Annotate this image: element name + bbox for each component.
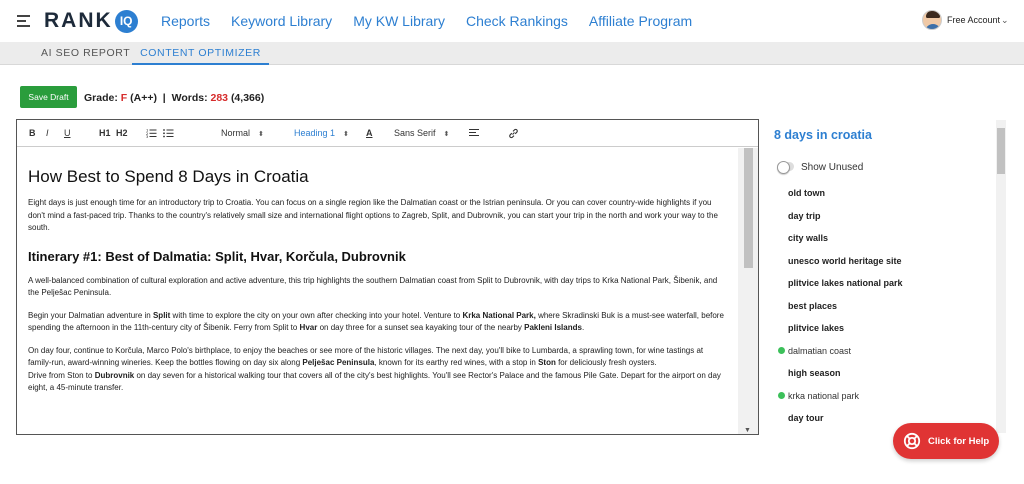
ordered-list-icon[interactable]: 123	[146, 128, 157, 140]
words-target: (4,366)	[230, 92, 265, 104]
keyword-text: high season	[788, 368, 841, 378]
nav-affiliate-program[interactable]: Affiliate Program	[589, 13, 692, 29]
tab-content-optimizer[interactable]: CONTENT OPTIMIZER	[132, 42, 269, 65]
target-keyword-title: 8 days in croatia	[774, 128, 872, 142]
help-button[interactable]: Click for Help	[893, 423, 999, 459]
nav-reports[interactable]: Reports	[161, 13, 210, 29]
chevron-down-icon: ⌄	[1001, 14, 1009, 25]
italic-button[interactable]: I	[46, 128, 49, 138]
keyword-item[interactable]: old town	[778, 186, 993, 209]
keyword-item[interactable]: high season	[778, 366, 993, 389]
logo-badge: IQ	[114, 9, 138, 33]
lifebuoy-icon	[903, 432, 921, 450]
menu-icon[interactable]	[17, 15, 30, 27]
logo[interactable]: RANK IQ	[44, 9, 138, 33]
editor-scrollbar[interactable]: ▼	[738, 148, 758, 434]
keyword-item[interactable]: plitvice lakes	[778, 321, 993, 344]
paragraph-split: Begin your Dalmatian adventure in Split …	[28, 310, 724, 333]
keyword-text: old town	[788, 188, 825, 198]
nav-keyword-library[interactable]: Keyword Library	[231, 13, 332, 29]
heading2-button[interactable]: H2	[116, 128, 128, 138]
heading1-button[interactable]: H1	[99, 128, 111, 138]
top-navigation: RANK IQ Reports Keyword Library My KW Li…	[0, 0, 1024, 42]
save-draft-button[interactable]: Save Draft	[20, 86, 77, 108]
sub-navigation: AI SEO REPORT CONTENT OPTIMIZER	[0, 42, 1024, 65]
separator: |	[162, 92, 166, 104]
keyword-text: city walls	[788, 233, 829, 243]
keyword-list: old town day trip city walls unesco world h…	[778, 186, 993, 434]
keyword-panel-scroll-thumb[interactable]	[997, 128, 1005, 174]
keyword-text: unesco world heritage site	[788, 255, 902, 266]
bullet-list-icon[interactable]	[163, 128, 174, 140]
used-indicator-icon	[778, 346, 785, 354]
grade-target: (A++)	[130, 92, 157, 104]
select-arrows-icon: ⬍	[343, 131, 349, 138]
account-label: Free Account	[947, 15, 1001, 25]
size-select[interactable]: Normal ⬍	[221, 128, 264, 138]
scroll-down-arrow-icon[interactable]: ▼	[744, 427, 751, 434]
section-intro-paragraph: A well-balanced combination of cultural …	[28, 275, 718, 298]
account-menu[interactable]: Free Account ⌄	[922, 10, 1009, 30]
grade-summary: Grade: F (A++) | Words: 283 (4,366)	[84, 92, 264, 104]
nav-my-kw-library[interactable]: My KW Library	[353, 13, 445, 29]
underline-button[interactable]: U	[64, 128, 71, 138]
keyword-item[interactable]: day trip	[778, 209, 993, 232]
font-select[interactable]: Sans Serif ⬍	[394, 128, 449, 138]
keyword-text: dalmatian coast	[788, 345, 852, 356]
show-unused-label: Show Unused	[801, 162, 864, 173]
logo-text: RANK	[44, 9, 113, 32]
content-editor: B I U H1 H2 123 Normal ⬍ Heading 1 ⬍ A San…	[16, 119, 759, 435]
section-heading: Itinerary #1: Best of Dalmatia: Split, H…	[28, 248, 406, 264]
keyword-text: krka national park	[788, 390, 860, 401]
grade-label: Grade:	[84, 92, 121, 104]
editor-toolbar: B I U H1 H2 123 Normal ⬍ Heading 1 ⬍ A San…	[17, 120, 758, 147]
size-select-value: Normal	[221, 128, 251, 138]
show-unused-toggle[interactable]	[777, 161, 794, 174]
keyword-item[interactable]: plitvice lakes national park	[778, 276, 993, 299]
keyword-item[interactable]: unesco world heritage site	[778, 254, 993, 277]
keyword-item[interactable]: best places	[778, 299, 993, 322]
keyword-item[interactable]: dalmatian coast	[778, 344, 993, 367]
used-indicator-icon	[778, 391, 785, 399]
avatar	[922, 10, 942, 30]
editor-content[interactable]: How Best to Spend 8 Days in Croatia Eigh…	[17, 148, 738, 434]
select-arrows-icon: ⬍	[258, 131, 264, 138]
svg-text:3: 3	[146, 135, 148, 138]
main-nav: Reports Keyword Library My KW Library Ch…	[161, 13, 713, 29]
keyword-text: plitvice lakes national park	[788, 278, 903, 288]
link-icon[interactable]	[508, 128, 519, 141]
keyword-item[interactable]: krka national park	[778, 389, 993, 412]
nav-check-rankings[interactable]: Check Rankings	[466, 13, 568, 29]
keyword-panel-scrollbar[interactable]	[996, 120, 1006, 433]
paragraph-korcula: On day four, continue to Korčula, Marco …	[28, 345, 704, 368]
font-select-value: Sans Serif	[394, 128, 436, 138]
text-color-button[interactable]: A	[366, 128, 373, 138]
document-title: How Best to Spend 8 Days in Croatia	[28, 167, 309, 186]
keyword-text: day tour	[788, 413, 824, 423]
paragraph-dubrovnik: Drive from Ston to Dubrovnik on day seve…	[28, 370, 721, 393]
tab-ai-seo-report[interactable]: AI SEO REPORT	[41, 42, 130, 65]
keyword-text: day trip	[788, 210, 821, 221]
keyword-text: best places	[788, 300, 838, 311]
words-count: 283	[210, 92, 229, 104]
bold-button[interactable]: B	[29, 128, 36, 138]
select-arrows-icon: ⬍	[443, 131, 450, 138]
grade-value: F	[120, 92, 128, 104]
heading-select[interactable]: Heading 1 ⬍	[294, 128, 349, 138]
intro-paragraph: Eight days is just enough time for an in…	[28, 198, 718, 232]
keyword-text: plitvice lakes	[788, 323, 845, 333]
help-label: Click for Help	[928, 435, 990, 447]
heading-select-value: Heading 1	[294, 128, 336, 138]
words-label: Words:	[171, 92, 211, 104]
align-icon[interactable]	[469, 128, 480, 140]
keyword-item[interactable]: city walls	[778, 231, 993, 254]
editor-scroll-thumb[interactable]	[744, 148, 753, 268]
